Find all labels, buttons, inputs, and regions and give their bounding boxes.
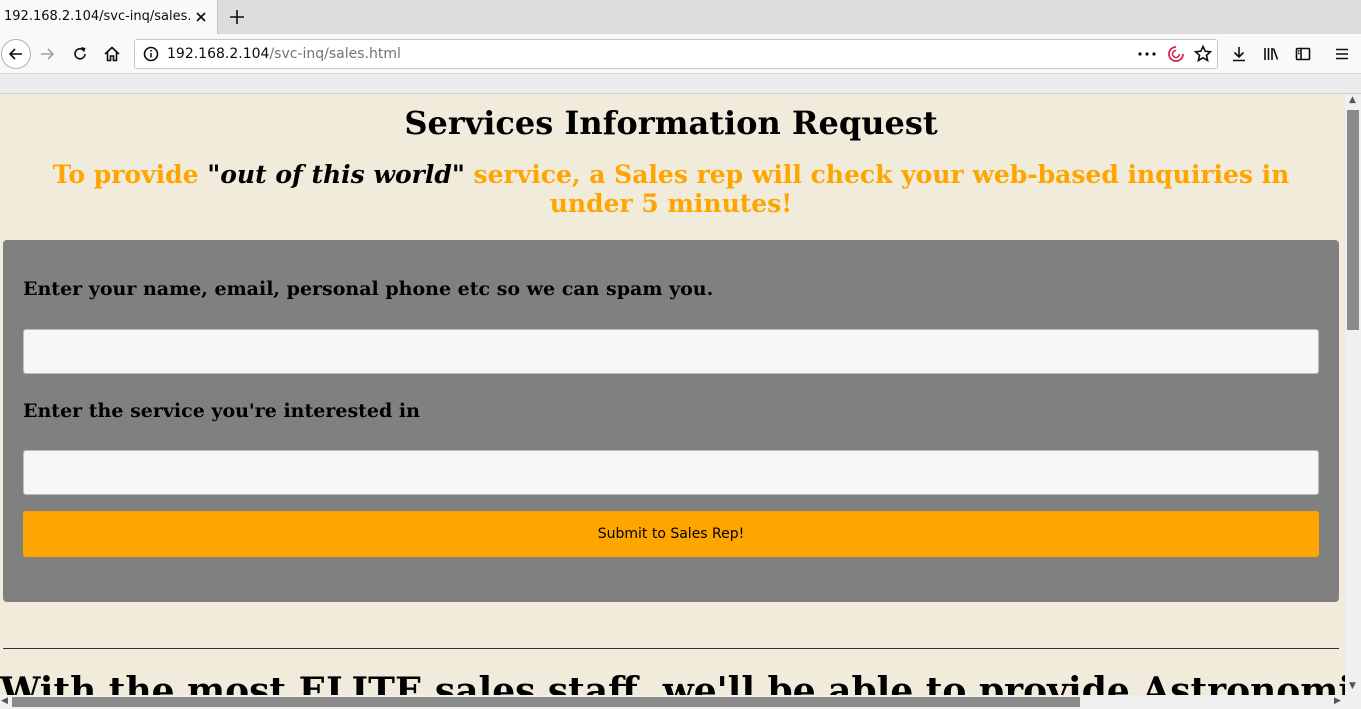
service-input[interactable] [23,450,1319,495]
scroll-down-arrow-icon[interactable]: ▼ [1349,681,1356,691]
pocket-icon[interactable] [1167,45,1185,63]
close-icon[interactable] [192,8,210,26]
library-icon[interactable] [1258,41,1284,67]
navigation-toolbar: 192.168.2.104/svc-inq/sales.html [0,34,1361,74]
submit-button[interactable]: Submit to Sales Rep! [23,511,1319,557]
scrollbar-corner [1345,695,1361,709]
url-text[interactable]: 192.168.2.104/svc-inq/sales.html [167,46,401,62]
sidebar-icon[interactable] [1290,41,1316,67]
hamburger-menu-icon[interactable] [1329,41,1355,67]
back-arrow-icon[interactable] [1,39,31,69]
url-path: /svc-inq/sales.html [269,46,401,62]
page-actions-icon[interactable] [1135,45,1159,63]
tab-title: 192.168.2.104/svc-inq/sales.html [4,9,190,24]
tagline-emphasis: "out of this world" [207,160,465,189]
plus-icon[interactable] [226,6,248,28]
bookmark-star-icon[interactable] [1193,44,1213,64]
scroll-left-arrow-icon[interactable]: ◀ [1,696,8,706]
vertical-scroll-thumb[interactable] [1347,110,1359,330]
home-icon[interactable] [99,41,125,67]
url-bar[interactable]: 192.168.2.104/svc-inq/sales.html [134,39,1218,69]
contact-field-label: Enter your name, email, personal phone e… [23,278,714,300]
inquiry-form: Enter your name, email, personal phone e… [3,240,1339,602]
section-divider [3,648,1339,649]
tagline-emphasis-text: out of this world [220,160,452,189]
tagline-suffix: service, a Sales rep will check your web… [464,160,1290,218]
toolbar-divider [0,74,1361,94]
download-icon[interactable] [1226,41,1252,67]
elite-heading: With the most ELITE sales staff, we'll b… [0,670,1345,695]
tagline-prefix: To provide [52,160,208,189]
scroll-up-arrow-icon[interactable]: ▲ [1349,95,1356,105]
page-viewport: Services Information Request To provide … [0,94,1345,695]
horizontal-scrollbar[interactable]: ◀ ▶ [0,695,1345,709]
forward-arrow-icon[interactable] [34,41,60,67]
url-host: 192.168.2.104 [167,46,270,62]
tagline: To provide "out of this world" service, … [18,160,1324,218]
vertical-scrollbar[interactable]: ▲ ▼ [1345,94,1361,695]
tab-strip: 192.168.2.104/svc-inq/sales.html [0,0,1361,34]
tab-active[interactable]: 192.168.2.104/svc-inq/sales.html [0,0,218,34]
service-field-label: Enter the service you're interested in [23,400,420,422]
quote-open: " [207,160,221,189]
reload-icon[interactable] [67,41,93,67]
scroll-right-arrow-icon[interactable]: ▶ [1334,696,1341,706]
info-icon[interactable] [143,46,159,62]
page-title: Services Information Request [404,104,938,142]
horizontal-scroll-thumb[interactable] [12,697,1080,707]
quote-close: " [451,160,465,189]
contact-info-input[interactable] [23,329,1319,374]
